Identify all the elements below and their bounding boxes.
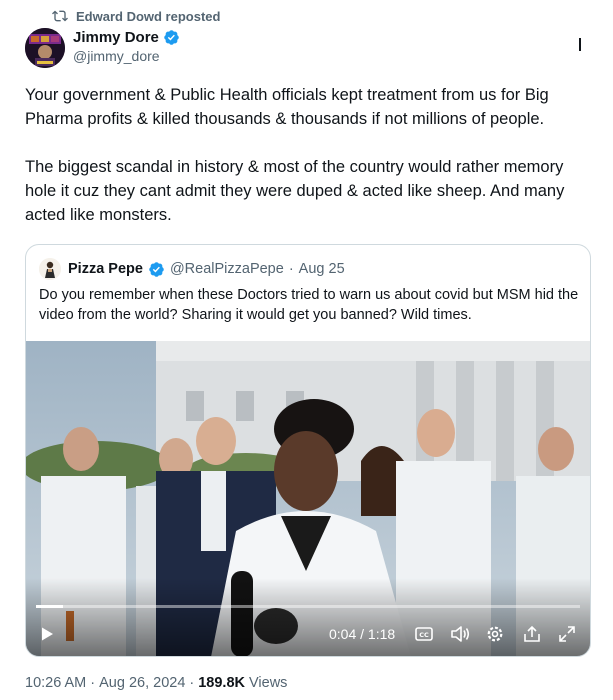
quote-date[interactable]: Aug 25 xyxy=(299,261,345,277)
views-label: Views xyxy=(249,675,288,691)
author-avatar[interactable] xyxy=(25,28,65,68)
quote-avatar-image xyxy=(39,258,61,280)
tweet-date[interactable]: Aug 26, 2024 xyxy=(99,675,185,691)
share-icon xyxy=(524,625,540,642)
play-button[interactable] xyxy=(36,623,58,645)
verified-badge-icon xyxy=(164,30,179,45)
video-player[interactable]: 0:04 / 1:18 CC xyxy=(26,341,590,656)
meta-separator: · xyxy=(189,675,195,691)
video-frame xyxy=(26,341,590,656)
tweet-text: Your government & Public Health official… xyxy=(25,83,590,227)
meta-separator: · xyxy=(90,675,96,691)
author-name[interactable]: Jimmy Dore xyxy=(73,29,159,46)
video-controls: 0:04 / 1:18 CC xyxy=(26,613,590,656)
more-icon xyxy=(579,38,581,51)
tweet-meta: 10:26 AM · Aug 26, 2024 · 189.8K Views xyxy=(25,675,287,691)
repost-indicator[interactable]: Edward Dowd reposted xyxy=(52,8,220,24)
views-count[interactable]: 189.8K xyxy=(198,675,245,691)
quoted-tweet[interactable]: Pizza Pepe @RealPizzaPepe · Aug 25 Do yo… xyxy=(25,244,591,657)
verified-badge-icon xyxy=(149,261,164,277)
tweet-paragraph: The biggest scandal in history & most of… xyxy=(25,158,565,224)
author-handle[interactable]: @jimmy_dore xyxy=(73,48,180,64)
quote-author-handle: @RealPizzaPepe xyxy=(169,261,284,277)
fullscreen-button[interactable] xyxy=(556,623,578,645)
volume-icon xyxy=(451,626,470,642)
repost-icon xyxy=(52,10,68,22)
quote-separator: · xyxy=(288,261,294,277)
quote-avatar[interactable] xyxy=(39,258,61,280)
quote-text: Do you remember when these Doctors tried… xyxy=(39,287,579,323)
volume-button[interactable] xyxy=(449,623,471,645)
captions-icon: CC xyxy=(415,627,433,641)
avatar-image xyxy=(25,28,65,68)
play-icon xyxy=(42,627,53,641)
more-options-button[interactable] xyxy=(569,33,591,55)
tweet-paragraph: Your government & Public Health official… xyxy=(25,86,549,128)
settings-button[interactable] xyxy=(484,623,506,645)
video-progress-bar[interactable] xyxy=(36,605,580,608)
captions-button[interactable]: CC xyxy=(413,623,435,645)
tweet-time[interactable]: 10:26 AM xyxy=(25,675,86,691)
fullscreen-icon xyxy=(559,626,575,642)
svg-text:CC: CC xyxy=(419,631,429,639)
author-block: Jimmy Dore @jimmy_dore xyxy=(73,29,180,64)
quote-header: Pizza Pepe @RealPizzaPepe · Aug 25 xyxy=(39,258,345,280)
video-progress-fill xyxy=(36,605,64,608)
quote-author-name: Pizza Pepe xyxy=(68,261,143,277)
settings-icon xyxy=(487,626,503,642)
share-button[interactable] xyxy=(521,623,543,645)
repost-text: Edward Dowd reposted xyxy=(76,8,221,24)
video-time: 0:04 / 1:18 xyxy=(329,626,396,642)
